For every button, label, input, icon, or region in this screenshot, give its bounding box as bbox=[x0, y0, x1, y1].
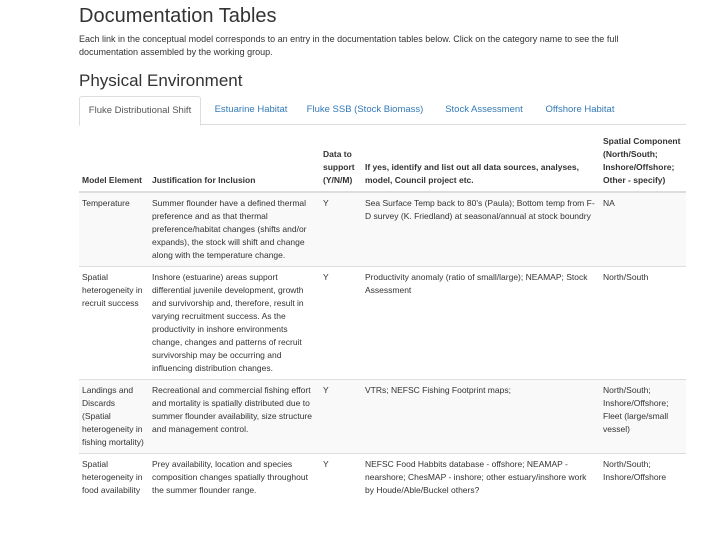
section-title[interactable]: Physical Environment bbox=[79, 71, 242, 91]
documentation-table: Model Element Justification for Inclusio… bbox=[79, 131, 686, 501]
cell-model-element: Temperature bbox=[79, 191, 149, 267]
table-row: Landings and Discards (Spatial heterogen… bbox=[79, 379, 686, 454]
tab-stock-assessment[interactable]: Stock Assessment bbox=[433, 96, 535, 125]
page: Documentation Tables Each link in the co… bbox=[0, 0, 704, 557]
table-header-row: Model Element Justification for Inclusio… bbox=[79, 131, 686, 193]
header-data-sources: If yes, identify and list out all data s… bbox=[362, 131, 600, 193]
cell-data-sources: VTRs; NEFSC Fishing Footprint maps; bbox=[362, 379, 600, 454]
cell-data-sources: NEFSC Food Habbits database - offshore; … bbox=[362, 453, 600, 501]
cell-justification: Prey availability, location and species … bbox=[149, 453, 320, 501]
header-model-element: Model Element bbox=[79, 131, 149, 193]
cell-model-element: Spatial heterogeneity in recruit success bbox=[79, 266, 149, 380]
tab-bar: Fluke Distributional Shift Estuarine Hab… bbox=[79, 96, 686, 126]
table-row: Spatial heterogeneity in recruit success… bbox=[79, 266, 686, 380]
cell-spatial-component: NA bbox=[600, 191, 686, 267]
tab-fluke-distributional-shift[interactable]: Fluke Distributional Shift bbox=[79, 96, 201, 126]
tab-estuarine-habitat[interactable]: Estuarine Habitat bbox=[203, 96, 299, 125]
cell-data-support: Y bbox=[320, 379, 362, 454]
cell-data-support: Y bbox=[320, 191, 362, 267]
cell-model-element: Spatial heterogeneity in food availabili… bbox=[79, 453, 149, 501]
cell-justification: Inshore (estuarine) areas support differ… bbox=[149, 266, 320, 380]
table-row: Spatial heterogeneity in food availabili… bbox=[79, 453, 686, 501]
intro-text: Each link in the conceptual model corres… bbox=[79, 34, 619, 57]
cell-spatial-component: North/South bbox=[600, 266, 686, 380]
cell-spatial-component: North/South; Inshore/Offshore; Fleet (la… bbox=[600, 379, 686, 454]
cell-justification: Recreational and commercial fishing effo… bbox=[149, 379, 320, 454]
cell-data-support: Y bbox=[320, 266, 362, 380]
page-title: Documentation Tables bbox=[79, 5, 277, 27]
cell-model-element: Landings and Discards (Spatial heterogen… bbox=[79, 379, 149, 454]
header-spatial-component: Spatial Component (North/South; Inshore/… bbox=[600, 131, 686, 193]
cell-spatial-component: North/South; Inshore/Offshore bbox=[600, 453, 686, 501]
cell-data-sources: Sea Surface Temp back to 80's (Paula); B… bbox=[362, 191, 600, 267]
header-justification: Justification for Inclusion bbox=[149, 131, 320, 193]
cell-data-support: Y bbox=[320, 453, 362, 501]
cell-justification: Summer flounder have a defined thermal p… bbox=[149, 191, 320, 267]
tab-fluke-ssb[interactable]: Fluke SSB (Stock Biomass) bbox=[301, 96, 429, 125]
cell-data-sources: Productivity anomaly (ratio of small/lar… bbox=[362, 266, 600, 380]
tab-offshore-habitat[interactable]: Offshore Habitat bbox=[536, 96, 624, 125]
header-data-support: Data to support (Y/N/M) bbox=[320, 131, 362, 193]
table-row: Temperature Summer flounder have a defin… bbox=[79, 191, 686, 267]
